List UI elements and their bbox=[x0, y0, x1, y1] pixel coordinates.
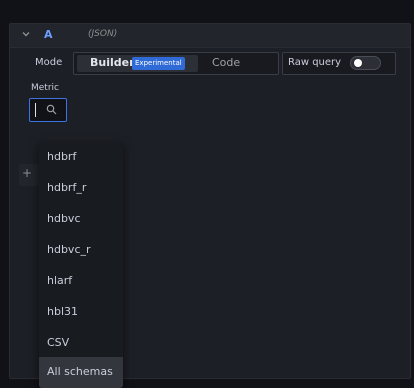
search-icon bbox=[46, 104, 57, 115]
chevron-down-icon[interactable] bbox=[21, 29, 31, 39]
metric-label: Metric bbox=[31, 83, 59, 93]
metric-option[interactable]: hdbvc_r bbox=[39, 235, 123, 266]
code-mode-button[interactable]: Code bbox=[212, 56, 240, 69]
query-type-label: (JSON) bbox=[88, 29, 118, 39]
metric-dropdown: hdbrf hdbrf_r hdbvc hdbvc_r hlarf hbl31 … bbox=[39, 142, 123, 388]
query-row: A (JSON) Mode Builder Experimental Code … bbox=[9, 23, 411, 388]
switch-knob bbox=[354, 59, 362, 67]
metric-option[interactable]: hdbrf bbox=[39, 142, 123, 173]
metric-option[interactable]: hlarf bbox=[39, 266, 123, 297]
experimental-badge: Experimental bbox=[132, 57, 185, 70]
builder-mode-button[interactable]: Builder Experimental bbox=[77, 55, 198, 72]
metric-option-all-schemas[interactable]: All schemas bbox=[39, 357, 123, 388]
raw-query-control: Raw query bbox=[282, 52, 396, 75]
editor-background: A (JSON) Mode Builder Experimental Code … bbox=[0, 0, 414, 388]
raw-query-switch[interactable] bbox=[350, 56, 381, 70]
query-header[interactable]: A (JSON) bbox=[10, 24, 410, 48]
mode-label: Mode bbox=[35, 57, 63, 68]
metric-option[interactable]: hbl31 bbox=[39, 297, 123, 328]
metric-search-input[interactable] bbox=[29, 98, 67, 122]
metric-option[interactable]: hdbrf_r bbox=[39, 173, 123, 204]
text-cursor bbox=[35, 103, 36, 117]
mode-toggle-group: Builder Experimental Code bbox=[73, 52, 279, 75]
metric-option[interactable]: CSV bbox=[39, 328, 123, 359]
plus-icon: + bbox=[22, 166, 33, 180]
builder-label: Builder bbox=[90, 56, 135, 69]
metric-option[interactable]: hdbvc bbox=[39, 204, 123, 235]
query-name[interactable]: A bbox=[44, 28, 53, 41]
raw-query-label: Raw query bbox=[288, 57, 342, 68]
